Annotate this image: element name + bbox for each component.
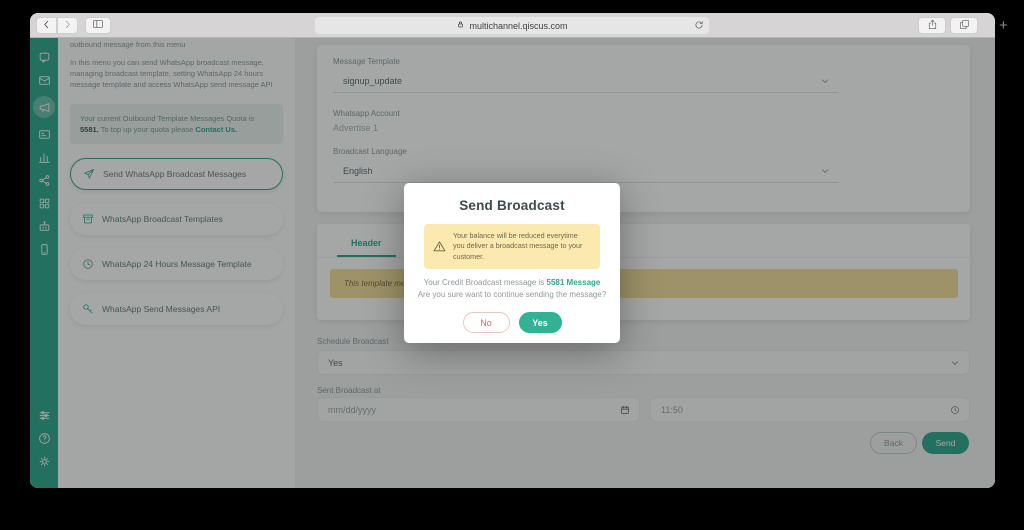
back-button[interactable]	[36, 17, 57, 34]
browser-window: multichannel.qiscus.com out	[30, 13, 995, 488]
share-icon	[927, 17, 938, 35]
tab-overview-button[interactable]	[950, 17, 978, 34]
sidebar-toggle-button[interactable]	[85, 17, 111, 34]
modal-credit-line: Your Credit Broadcast message is 5581 Me…	[404, 278, 620, 287]
yes-button[interactable]: Yes	[519, 312, 562, 333]
modal-confirm-line: Are you sure want to continue sending th…	[404, 290, 620, 299]
url-text: multichannel.qiscus.com	[469, 21, 567, 31]
chevron-left-icon	[41, 17, 52, 35]
chevron-right-icon	[62, 17, 73, 35]
sidebar-toggle-icon	[92, 17, 104, 35]
credit-prefix: Your Credit Broadcast message is	[424, 278, 545, 287]
address-bar[interactable]: multichannel.qiscus.com	[315, 17, 709, 34]
tabs-icon	[959, 17, 970, 35]
reload-icon[interactable]	[694, 20, 704, 32]
send-broadcast-modal: Send Broadcast Your balance will be redu…	[404, 183, 620, 343]
credit-value: 5581 Message	[547, 278, 601, 287]
lock-icon	[456, 20, 465, 31]
new-tab-icon[interactable]: +	[999, 17, 1008, 34]
modal-warning-box: Your balance will be reduced everytime y…	[424, 224, 600, 269]
share-button[interactable]	[918, 17, 946, 34]
forward-button[interactable]	[57, 17, 78, 34]
modal-warning-text: Your balance will be reduced everytime y…	[453, 231, 591, 262]
modal-buttons: No Yes	[404, 312, 620, 333]
no-button[interactable]: No	[463, 312, 510, 333]
page-content: outbound message from this menu In this …	[30, 38, 995, 488]
modal-title: Send Broadcast	[404, 198, 620, 213]
browser-toolbar: multichannel.qiscus.com	[30, 13, 995, 38]
warning-triangle-icon	[433, 240, 446, 253]
